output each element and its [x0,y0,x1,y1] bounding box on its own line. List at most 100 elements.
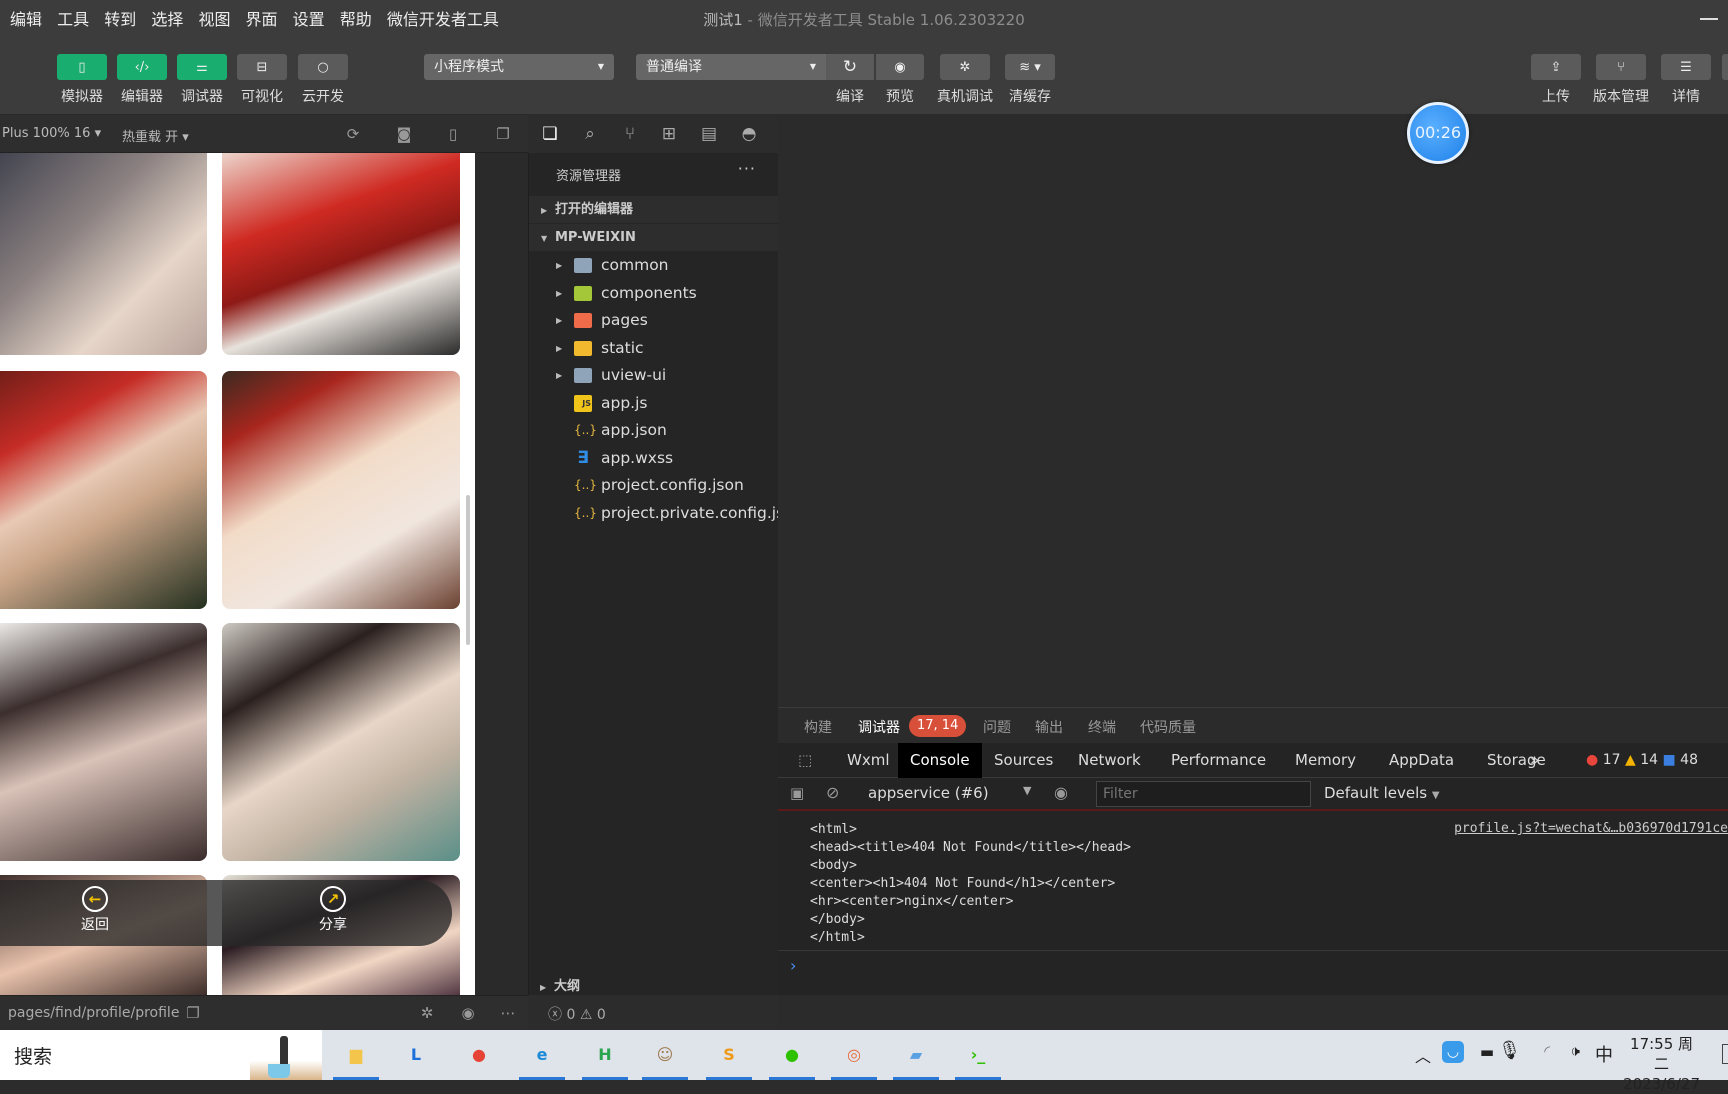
taskbar-app-avatar-app[interactable]: ☺ [650,1040,680,1070]
tab-console[interactable]: Console [898,743,982,778]
file-tree-item[interactable]: {..} project.config.json [529,472,779,499]
file-tree-item[interactable]: ▶ components [529,280,779,307]
menu-devtools[interactable]: 微信开发者工具 [387,0,499,40]
share-button[interactable]: ↗ 分享 [303,886,363,934]
clock[interactable]: 17:55 周二 2023/6/27 [1623,1034,1700,1094]
more-icon[interactable]: ··· [738,159,756,178]
outline-section[interactable]: ▶ 大纲 [528,975,778,997]
menu-edit[interactable]: 编辑 [10,0,42,40]
chevron-up-icon[interactable]: ︿ [1415,1043,1431,1067]
taskbar-app-file-explorer[interactable]: ▆ [341,1040,371,1070]
file-tree-item[interactable]: {..} app.json [529,417,779,444]
menu-goto[interactable]: 转到 [104,0,136,40]
device-debug-button[interactable]: ✲ [940,54,990,80]
menu-tools[interactable]: 工具 [57,0,89,40]
compile-button[interactable]: ↻ [826,54,874,80]
menu-settings[interactable]: 设置 [293,0,325,40]
device-icon[interactable]: ▯ [444,125,462,143]
stop-icon[interactable]: ◙ [395,125,413,143]
details-button[interactable]: ☰ [1661,54,1711,80]
overflow-button[interactable] [1722,54,1728,80]
tab-network[interactable]: Network [1066,743,1153,778]
tab-appdata[interactable]: AppData [1377,743,1466,778]
search-icon[interactable]: ⌕ [580,124,600,144]
preview-button[interactable]: ◉ [876,54,924,80]
microphone-icon[interactable]: 🎙 [1498,1040,1521,1061]
more-icon[interactable]: ⋯ [499,1004,517,1022]
photo-2[interactable] [222,153,460,355]
taskbar-app-browser-360[interactable]: ◎ [839,1040,869,1070]
taskbar-app-notepad[interactable]: ▰ [901,1040,931,1070]
compile-select[interactable]: 普通编译 ▼ [636,54,826,80]
tab-performance[interactable]: Performance [1159,743,1278,778]
hot-reload-select[interactable]: 热重载 开 ▾ [122,126,189,145]
rotate-icon[interactable]: ⟳ [344,125,362,143]
menu-view[interactable]: 视图 [198,0,230,40]
menu-select[interactable]: 选择 [151,0,183,40]
eye-icon[interactable]: ◉ [1054,783,1068,802]
console-input[interactable]: › [778,950,1728,995]
debugger-toggle-button[interactable]: ⚌ [177,54,227,80]
file-tree-item[interactable]: ▶ common [529,252,779,279]
cloud-dev-button[interactable]: ○ [298,54,348,80]
eye-icon[interactable]: ◉ [459,1004,477,1022]
detach-window-icon[interactable]: ❐ [494,125,512,143]
show-desktop-button[interactable] [1722,1044,1728,1064]
simulator-scrollbar[interactable] [466,495,470,645]
volume-icon[interactable]: 🕩 [1571,1042,1580,1060]
taskbar-app-lenovo[interactable]: L [401,1040,431,1070]
file-tree-item[interactable]: {..} project.private.config.js... [529,500,779,527]
photo-4[interactable] [222,371,460,609]
taskbar-app-sublime[interactable]: S [714,1040,744,1070]
file-tree-item[interactable]: ▶ uview-ui [529,362,779,389]
context-select[interactable]: appservice (#6) ▼ [868,784,1031,802]
more-tabs-icon[interactable]: » [1518,743,1551,778]
ime-indicator[interactable]: 中 [1595,1041,1613,1067]
editor-toggle-button[interactable]: ‹/› [117,54,167,80]
battery-icon[interactable]: ▬ [1480,1043,1494,1061]
open-editors-section[interactable]: ▶ 打开的编辑器 [529,196,779,223]
upload-button[interactable]: ⇪ [1531,54,1581,80]
tab-code-quality[interactable]: 代码质量 [1140,717,1196,737]
source-link[interactable]: profile.js?t=wechat&…b036970d1791ce [1454,821,1728,836]
tab-debugger[interactable]: 调试器 [858,717,900,747]
tab-terminal[interactable]: 终端 [1088,717,1116,737]
project-root-section[interactable]: ▼ MP-WEIXIN [529,224,779,251]
file-tree-item[interactable]: JS app.js [529,390,779,417]
visual-button[interactable]: ⊟ [237,54,287,80]
problems-status[interactable]: ⓧ 0 ⚠ 0 [528,995,778,1030]
clear-console-icon[interactable]: ⊘ [826,783,839,802]
tray-app-icon[interactable]: ◡ [1442,1041,1464,1063]
docker-icon[interactable]: ◓ [739,124,759,144]
bug-icon[interactable]: ✲ [418,1004,436,1022]
source-control-icon[interactable]: ⑂ [620,124,640,144]
menu-interface[interactable]: 界面 [246,0,278,40]
device-select[interactable]: Plus 100% 16 ▾ [2,126,101,141]
extensions-icon[interactable]: ⊞ [659,124,679,144]
filter-input[interactable] [1096,781,1311,807]
taskbar-app-chrome[interactable]: ● [464,1040,494,1070]
storage-icon[interactable]: ▤ [699,124,719,144]
taskbar-app-hbuilder[interactable]: H [590,1040,620,1070]
sidebar-toggle-icon[interactable]: ▣ [790,784,804,802]
files-icon[interactable]: ❏ [540,124,560,144]
file-tree-item[interactable]: ∃ app.wxss [529,445,779,472]
photo-5[interactable] [0,623,207,861]
file-tree-item[interactable]: ▶ pages [529,307,779,334]
photo-3[interactable] [0,371,207,609]
photo-1[interactable] [0,153,207,355]
simulator-toggle-button[interactable]: ▯ [57,54,107,80]
mode-select[interactable]: 小程序模式 ▼ [424,54,614,80]
menu-help[interactable]: 帮助 [340,0,372,40]
recording-timer[interactable]: 00:26 [1407,102,1469,164]
file-tree-item[interactable]: ▶ static [529,335,779,362]
taskbar-app-edge[interactable]: e [527,1040,557,1070]
back-button[interactable]: ← 返回 [65,886,125,934]
tab-output[interactable]: 输出 [1035,717,1063,737]
tab-wxml[interactable]: Wxml [835,743,902,778]
tab-memory[interactable]: Memory [1283,743,1368,778]
version-control-button[interactable]: ⑂ [1596,54,1646,80]
copy-icon[interactable]: ❐ [184,1004,202,1022]
log-levels-select[interactable]: Default levels ▼ [1324,784,1440,802]
clear-cache-button[interactable]: ≋ ▾ [1005,54,1055,80]
